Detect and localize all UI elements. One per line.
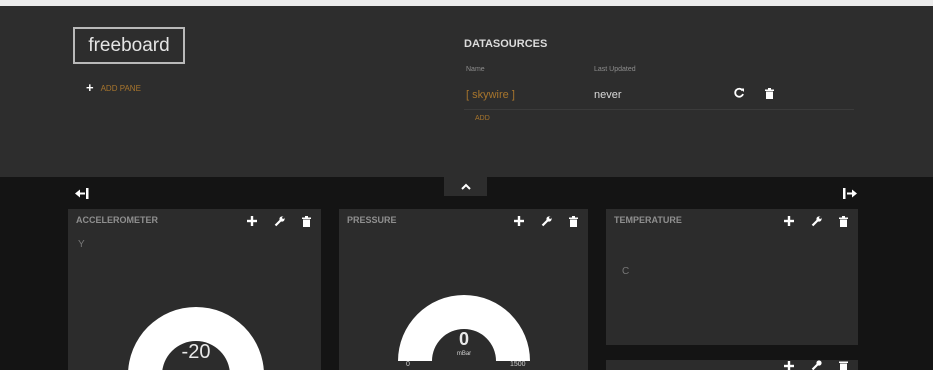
- pane-tools: [499, 214, 580, 228]
- shift-columns-right-button[interactable]: [843, 186, 857, 204]
- pane-accelerometer: ACCELEROMETER Y -20: [68, 209, 321, 370]
- datasource-updated-header: Last Updated: [594, 66, 636, 73]
- plus-icon: +: [86, 80, 94, 95]
- pane-title: TEMPERATURE: [614, 215, 682, 225]
- gauge-value: -20: [181, 341, 211, 363]
- widget-value: C: [622, 266, 630, 277]
- datasources-heading: DATASOURCES: [464, 38, 548, 50]
- wrench-icon[interactable]: [809, 214, 823, 228]
- arrow-left-bar-icon: [75, 188, 89, 199]
- collapse-admin-button[interactable]: [444, 177, 487, 196]
- gauge-units: mBar: [456, 351, 472, 357]
- datasource-name-link[interactable]: [ skywire ]: [466, 89, 515, 101]
- pane-tools: [769, 360, 850, 370]
- shift-columns-left-button[interactable]: [75, 186, 89, 204]
- pane-title: PRESSURE: [347, 215, 397, 225]
- plus-icon[interactable]: [782, 214, 796, 228]
- wrench-icon[interactable]: [539, 214, 553, 228]
- pane-partial: [606, 360, 858, 370]
- gauge-min: 0: [406, 361, 410, 368]
- wrench-icon[interactable]: [272, 214, 286, 228]
- trash-icon[interactable]: [836, 361, 850, 370]
- wrench-icon[interactable]: [809, 360, 823, 370]
- plus-icon[interactable]: [782, 360, 796, 370]
- refresh-icon[interactable]: [733, 86, 745, 104]
- freeboard-logo[interactable]: freeboard: [73, 27, 185, 64]
- pane-pressure: PRESSURE 0 mBar 0 1500: [339, 209, 588, 370]
- plus-icon[interactable]: [512, 214, 526, 228]
- pane-tools: [232, 214, 313, 228]
- admin-panel: freeboard + ADD PANE DATASOURCES Name La…: [0, 0, 933, 177]
- trash-icon[interactable]: [299, 214, 313, 228]
- add-pane-label: ADD PANE: [100, 83, 141, 93]
- datasource-last-updated: never: [594, 89, 622, 101]
- plus-icon[interactable]: [245, 214, 259, 228]
- trash-icon[interactable]: [836, 214, 850, 228]
- datasource-name-header: Name: [466, 66, 485, 73]
- pane-temperature: TEMPERATURE C: [606, 209, 858, 345]
- add-datasource-link[interactable]: ADD: [475, 115, 490, 122]
- gauge-value: 0: [458, 329, 469, 349]
- datasource-divider: [464, 109, 854, 110]
- pane-tools: [769, 214, 850, 228]
- chevron-up-icon: [460, 183, 471, 190]
- gauge-max: 1500: [510, 361, 526, 368]
- top-strip: [0, 0, 933, 6]
- trash-icon[interactable]: [566, 214, 580, 228]
- arrow-right-bar-icon: [843, 188, 857, 199]
- widget-label: Y: [78, 239, 85, 250]
- add-pane-button[interactable]: + ADD PANE: [86, 80, 141, 95]
- trash-icon[interactable]: [765, 86, 774, 104]
- pane-title: ACCELEROMETER: [76, 215, 159, 225]
